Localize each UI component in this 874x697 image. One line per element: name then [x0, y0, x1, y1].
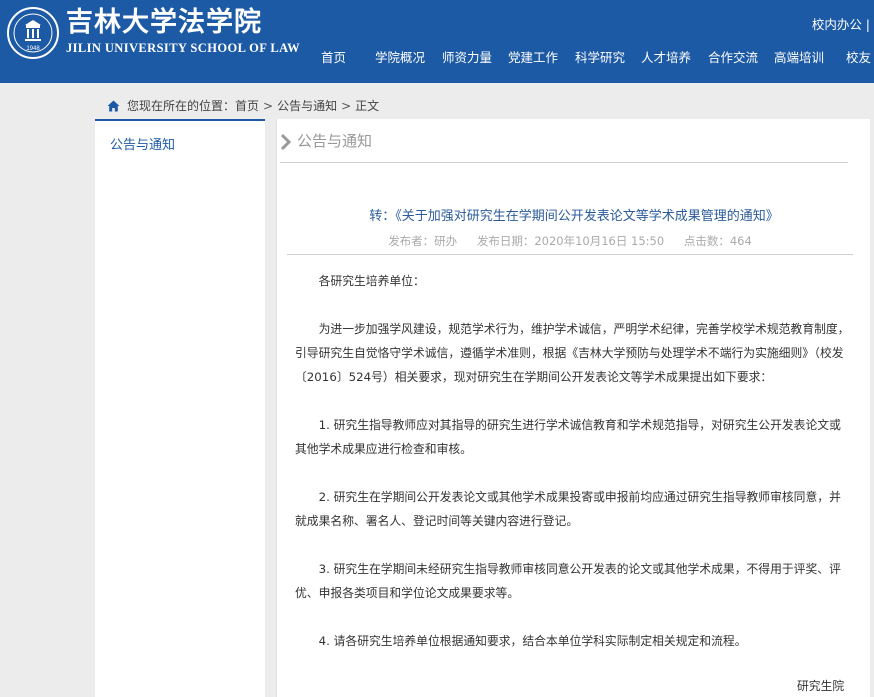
nav-item-education[interactable]: 人才培养: [641, 47, 691, 66]
breadcrumb-prefix: 您现在所在的位置：: [127, 99, 236, 113]
article-paragraph: 4. 请各研究生培养单位根据通知要求，结合本单位学科实际制定相关规定和流程。: [318, 634, 747, 648]
article-body: 各研究生培养单位： 为进一步加强学风建设，规范学术行为，维护学术诚信，严明学术纪…: [295, 269, 851, 677]
main-nav: 首页 学院概况 师资力量 党建工作 科学研究 人才培养 合作交流 高端培训 校友: [0, 47, 874, 65]
article-title: 转：《关于加强对研究生在学期间公开发表论文等学术成果管理的通知》: [369, 209, 779, 224]
article-paragraph: 2. 研究生在学期间公开发表论文或其他学术成果投寄或申报前均应通过研究生指导教师…: [295, 490, 841, 528]
campus-office-link[interactable]: 校内办公 |: [812, 14, 870, 33]
site-header: 1948 吉林大学法学院 JILIN UNIVERSITY SCHOOL OF …: [0, 0, 874, 83]
article-click-count: 点击数：464: [683, 234, 752, 248]
nav-item-faculty[interactable]: 师资力量: [442, 47, 492, 66]
article-paragraph: 为进一步加强学风建设，规范学术行为，维护学术诚信，严明学术纪律，完善学校学术规范…: [295, 322, 850, 384]
breadcrumb: 您现在所在的位置： 首页 > 公告与通知 > 正文: [107, 97, 379, 114]
sidebar: 公告与通知: [95, 119, 265, 697]
breadcrumb-current: 正文: [355, 99, 380, 113]
article-meta: 发布者：研办 发布日期：2020年10月16日 15:50 点击数：464: [287, 233, 853, 255]
nav-item-alumni[interactable]: 校友: [846, 47, 871, 66]
breadcrumb-separator: >: [263, 98, 274, 113]
article-signature: 研究生院: [797, 679, 845, 693]
chevron-right-icon: [280, 133, 291, 151]
article-paragraph: 1. 研究生指导教师应对其指导的研究生进行学术诚信教育和学术规范指导，对研究生公…: [295, 418, 841, 456]
nav-item-home[interactable]: 首页: [321, 47, 346, 66]
nav-item-training[interactable]: 高端培训: [774, 47, 824, 66]
section-title: 公告与通知: [297, 132, 373, 150]
breadcrumb-section-link[interactable]: 公告与通知: [277, 97, 337, 114]
article-panel: 公告与通知 转：《关于加强对研究生在学期间公开发表论文等学术成果管理的通知》 发…: [276, 119, 870, 697]
nav-item-exchange[interactable]: 合作交流: [708, 47, 758, 66]
breadcrumb-home-link[interactable]: 首页: [235, 97, 259, 114]
article-paragraph: 各研究生培养单位：: [318, 274, 425, 288]
section-header: 公告与通知: [280, 131, 848, 163]
home-icon: [107, 100, 120, 111]
nav-item-research[interactable]: 科学研究: [575, 47, 625, 66]
article-publisher: 发布者：研办: [388, 234, 458, 248]
article-date: 发布日期：2020年10月16日 15:50: [476, 234, 665, 248]
sidebar-item-notices[interactable]: 公告与通知: [110, 134, 175, 153]
nav-item-overview[interactable]: 学院概况: [375, 47, 425, 66]
logo-chinese-name: 吉林大学法学院: [66, 7, 262, 38]
breadcrumb-separator: >: [341, 98, 352, 113]
nav-item-party[interactable]: 党建工作: [508, 47, 558, 66]
article-paragraph: 3. 研究生在学期间未经研究生指导教师审核同意公开发表的论文或其他学术成果，不得…: [295, 562, 841, 600]
